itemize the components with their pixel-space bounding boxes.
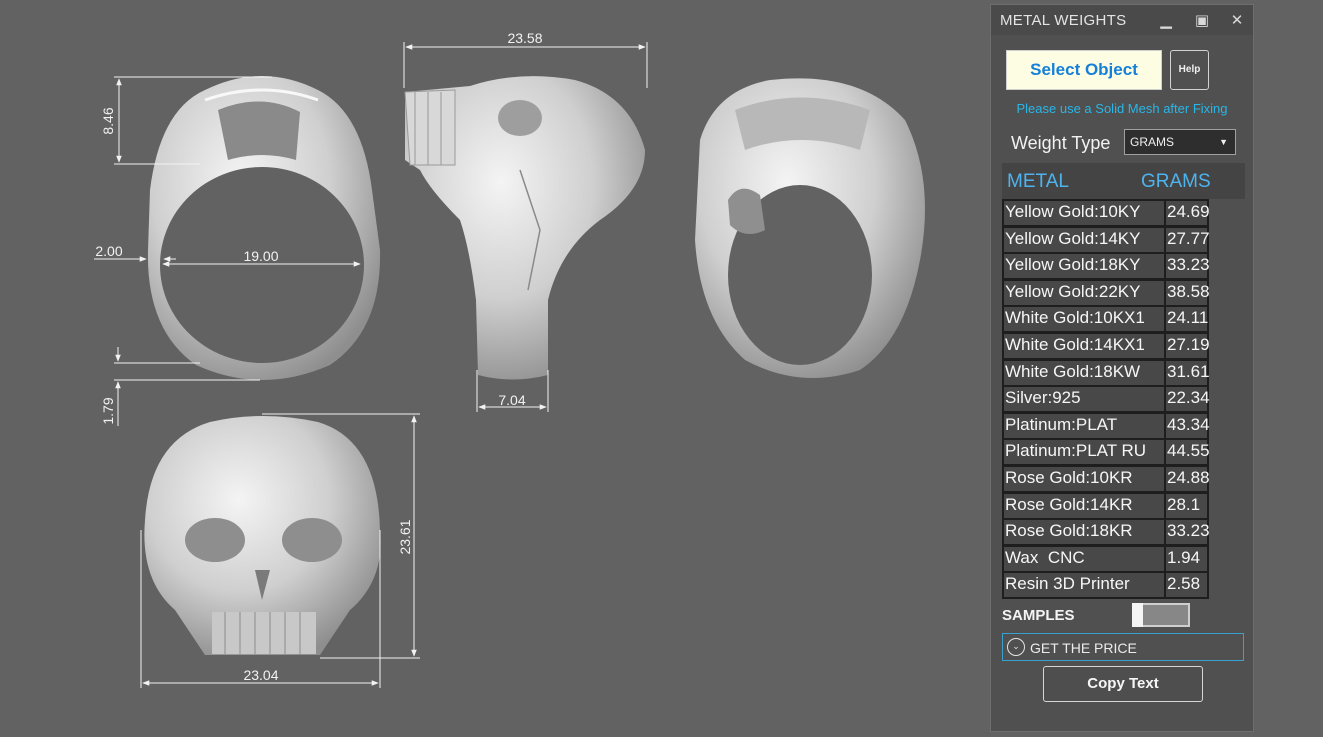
- dimension-label: 23.58: [507, 30, 542, 46]
- dimension-label: 7.04: [498, 392, 525, 408]
- dimension-label: 19.00: [243, 248, 278, 264]
- metal-name: Silver:925: [1002, 385, 1167, 413]
- metal-grams: 24.11: [1164, 305, 1209, 333]
- metal-name: Yellow Gold:14KY: [1002, 226, 1167, 254]
- dimension-label: 23.04: [243, 667, 278, 683]
- column-header-grams: GRAMS: [1141, 171, 1211, 192]
- metal-name: Platinum:PLAT RU: [1002, 438, 1167, 466]
- dimension-label: 23.61: [397, 519, 413, 554]
- dropdown-caret-icon: ▼: [1219, 137, 1228, 147]
- samples-toggle[interactable]: [1132, 603, 1190, 627]
- metal-name: Yellow Gold:22KY: [1002, 279, 1167, 307]
- ring-perspective-view: [695, 78, 925, 378]
- skull-front-view: [144, 416, 381, 655]
- metal-name: Rose Gold:14KR: [1002, 492, 1167, 520]
- metal-grams: 33.23: [1164, 252, 1210, 280]
- metal-grams: 2.58: [1164, 571, 1209, 599]
- select-object-button[interactable]: Select Object: [1006, 50, 1162, 90]
- metal-name: White Gold:10KX1: [1002, 305, 1167, 333]
- dimension-label: 2.00: [95, 243, 122, 259]
- copy-text-button[interactable]: Copy Text: [1043, 666, 1203, 702]
- panel-titlebar[interactable]: METAL WEIGHTS ▁ ▣ ✕: [991, 5, 1253, 35]
- weight-type-select[interactable]: GRAMS ▼: [1124, 129, 1236, 155]
- metal-name: Resin 3D Printer: [1002, 571, 1167, 599]
- samples-label: SAMPLES: [1002, 607, 1075, 624]
- get-price-expander[interactable]: ⌄ GET THE PRICE: [1002, 633, 1244, 661]
- metal-name: White Gold:18KW: [1002, 359, 1167, 387]
- metal-grams: 24.69: [1164, 199, 1210, 227]
- metal-grams: 24.88: [1164, 465, 1210, 493]
- metal-grams: 1.94: [1164, 545, 1209, 573]
- metal-grams: 38.58: [1164, 279, 1210, 307]
- metal-grams: 22.34: [1164, 385, 1210, 413]
- minimize-icon[interactable]: ▁: [1155, 9, 1177, 31]
- metal-grams: 27.19: [1164, 332, 1210, 360]
- column-header-metal: METAL: [1007, 171, 1069, 192]
- metal-grams: 28.1: [1164, 492, 1209, 520]
- get-price-label: GET THE PRICE: [1030, 640, 1137, 656]
- chevron-down-circle-icon[interactable]: ⌄: [1007, 638, 1025, 656]
- metal-grams: 27.77: [1164, 226, 1210, 254]
- metal-name: Yellow Gold:18KY: [1002, 252, 1167, 280]
- table-header: METAL GRAMS: [1002, 163, 1245, 199]
- maximize-icon[interactable]: ▣: [1191, 9, 1213, 31]
- metal-name: White Gold:14KX1: [1002, 332, 1167, 360]
- metal-weights-panel: METAL WEIGHTS ▁ ▣ ✕ Select Object Help P…: [990, 4, 1254, 732]
- metal-name: Rose Gold:10KR: [1002, 465, 1167, 493]
- dimension-label: 1.79: [100, 397, 116, 424]
- metal-grams: 44.55: [1164, 438, 1210, 466]
- hint-text: Please use a Solid Mesh after Fixing: [1016, 101, 1228, 116]
- toggle-knob[interactable]: [1132, 603, 1143, 627]
- technical-drawing: 23.58 8.46 2.00 19.00 1.79 7.04 23.61 23…: [94, 30, 925, 688]
- help-button[interactable]: Help: [1170, 50, 1209, 90]
- ring-front-view: [147, 76, 381, 380]
- metal-name: Yellow Gold:10KY: [1002, 199, 1167, 227]
- dimension-label: 8.46: [100, 107, 116, 134]
- metal-name: Wax CNC: [1002, 545, 1167, 573]
- close-icon[interactable]: ✕: [1226, 9, 1248, 31]
- ring-side-view: [404, 76, 645, 380]
- metal-grams: 31.61: [1164, 359, 1210, 387]
- weight-type-label: Weight Type: [1011, 133, 1111, 153]
- metal-grams: 43.34: [1164, 412, 1210, 440]
- metal-grams: 33.23: [1164, 518, 1210, 546]
- metal-name: Rose Gold:18KR: [1002, 518, 1167, 546]
- panel-title: METAL WEIGHTS: [1000, 12, 1127, 29]
- weight-type-value: GRAMS: [1130, 135, 1175, 149]
- metal-name: Platinum:PLAT: [1002, 412, 1167, 440]
- 3d-viewport[interactable]: 23.58 8.46 2.00 19.00 1.79 7.04 23.61 23…: [0, 0, 990, 732]
